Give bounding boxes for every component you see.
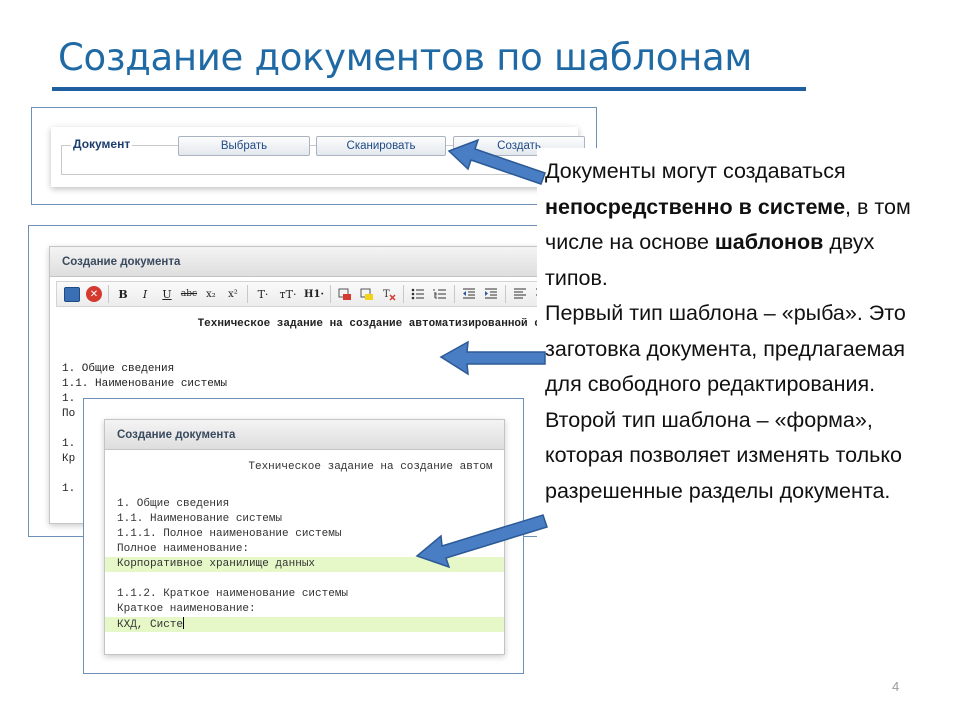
form-content: Техническое задание на создание автом 1.… — [105, 460, 504, 632]
indent-icon[interactable] — [480, 285, 502, 303]
clear-format-icon[interactable]: T — [378, 285, 400, 303]
cancel-icon[interactable]: ✕ — [86, 286, 102, 302]
form-line: 1.1.1. Полное наименование системы — [117, 528, 342, 540]
short-name-field[interactable]: КХД, Систе — [105, 617, 504, 632]
highlight-icon[interactable] — [356, 285, 378, 303]
create-document-form-window: Создание документа Техническое задание н… — [104, 419, 505, 655]
editor-line: 1. — [62, 438, 76, 450]
page-number: 4 — [892, 679, 900, 694]
document-legend: Документ — [71, 137, 133, 151]
form-line: 1.1.2. Краткое наименование системы — [117, 588, 349, 600]
toolbar-separator — [403, 285, 404, 303]
short-name-value: КХД, Систе — [117, 619, 184, 631]
underline-button[interactable]: U — [156, 285, 178, 303]
slide-title: Создание документов по шаблонам — [58, 36, 752, 79]
numbered-list-icon[interactable] — [429, 285, 451, 303]
editor-line: Кр — [62, 453, 76, 465]
form-line: Краткое наименование: — [117, 603, 256, 615]
heading-dropdown[interactable]: H1· — [301, 285, 327, 303]
explanation-bold: шаблонов — [714, 230, 824, 254]
scan-button[interactable]: Сканировать — [316, 136, 446, 156]
editor-line: 1.1. Наименование системы — [62, 378, 228, 390]
form-line: 1.1. Наименование системы — [117, 513, 283, 525]
toolbar-separator — [454, 285, 455, 303]
outdent-icon[interactable] — [458, 285, 480, 303]
editor-line: 1. — [62, 393, 76, 405]
document-toolbar-screenshot: Документ Выбрать Сканировать Создать — [31, 107, 597, 205]
bold-button[interactable]: B — [112, 285, 134, 303]
editor-line: 1. — [62, 483, 76, 495]
explanation-part: Документы могут создаваться — [545, 159, 846, 183]
full-name-field[interactable]: Корпоративное хранилище данных — [105, 557, 504, 572]
subscript-button[interactable]: x₂ — [200, 285, 222, 303]
explanation-part: Первый тип шаблона – «рыба». Это заготов… — [545, 301, 906, 396]
text-color-icon[interactable] — [334, 285, 356, 303]
explanation-part: Второй тип шаблона – «форма», которая по… — [545, 407, 902, 503]
toolbar-separator — [505, 285, 506, 303]
form-template-screenshot: Создание документа Техническое задание н… — [83, 398, 524, 674]
toolbar-separator — [247, 285, 248, 303]
form-spacer — [117, 572, 504, 587]
toolbar-separator — [330, 285, 331, 303]
italic-button[interactable]: I — [134, 285, 156, 303]
superscript-button[interactable]: x² — [222, 285, 244, 303]
window-title: Создание документа — [50, 247, 608, 277]
align-left-icon[interactable] — [509, 285, 531, 303]
select-button[interactable]: Выбрать — [178, 136, 310, 156]
font-dropdown[interactable]: T· — [251, 285, 275, 303]
text-caret — [183, 617, 185, 629]
font-size-dropdown[interactable]: тT· — [275, 285, 301, 303]
document-fieldset: Документ Выбрать Сканировать Создать — [51, 127, 585, 187]
bullet-list-icon[interactable] — [407, 285, 429, 303]
document-heading: Техническое задание на создание автомати… — [197, 318, 581, 330]
editor-line: 1. Общие сведения — [62, 363, 175, 375]
editor-line: По — [62, 408, 76, 420]
toolbar-separator — [108, 285, 109, 303]
explanation-text: Документы могут создаваться непосредстве… — [537, 148, 932, 612]
title-underline — [52, 87, 806, 91]
save-icon[interactable] — [64, 286, 80, 302]
document-heading: Техническое задание на создание автом — [248, 461, 493, 473]
explanation-bold: непосредственно в системе — [545, 194, 846, 219]
strikethrough-button[interactable]: abc — [178, 285, 200, 303]
editor-toolbar: ✕ B I U abc x₂ x² T· тT· H1· T — [56, 281, 602, 307]
window-title: Создание документа — [105, 420, 504, 450]
svg-text:T: T — [383, 289, 390, 300]
form-line: Полное наименование: — [117, 543, 250, 555]
form-line: 1. Общие сведения — [117, 498, 230, 510]
